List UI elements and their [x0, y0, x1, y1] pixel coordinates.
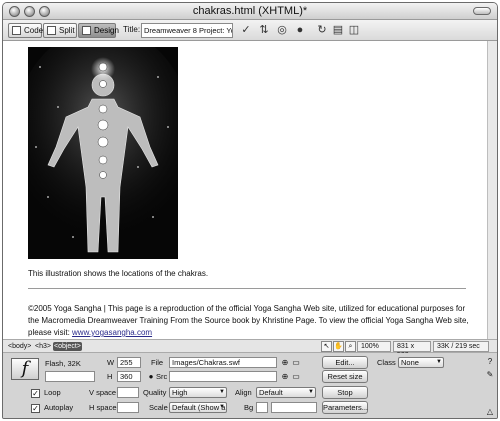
reset-size-button[interactable]: Reset size — [322, 370, 368, 383]
tag-selector-object[interactable]: <object> — [53, 342, 82, 351]
reset-size-label: Reset size — [327, 372, 363, 381]
file-field[interactable]: Images/Chakras.swf — [169, 357, 277, 368]
stop-button-label: Stop — [337, 388, 353, 397]
zoom-tool-icon[interactable]: ⌕ — [345, 341, 356, 352]
split-view-button[interactable]: Split — [43, 23, 77, 38]
bg-color-field[interactable] — [271, 402, 317, 413]
scale-value: Default (Show a — [172, 403, 226, 412]
scale-dropdown-icon: ▼ — [219, 404, 225, 410]
src-point-to-file-icon[interactable]: ⊕ — [280, 372, 290, 382]
edit-button-label: Edit... — [335, 358, 355, 367]
property-inspector: f Flash, 32K W 255 H 360 File Images/Cha… — [3, 353, 497, 418]
align-value: Default — [259, 388, 283, 397]
code-view-button[interactable]: Code — [8, 23, 44, 38]
loop-checkbox[interactable]: ✓ — [31, 389, 40, 398]
object-type-label: Flash, 32K — [45, 359, 81, 368]
align-label: Align — [235, 388, 252, 397]
bg-color-swatch[interactable] — [256, 402, 268, 413]
view-options-icon[interactable]: ▤ — [331, 24, 345, 37]
design-view[interactable]: This illustration shows the locations of… — [3, 41, 489, 339]
select-tool-icon[interactable]: ↖ — [321, 341, 332, 352]
scale-select[interactable]: Default (Show a ▼ — [169, 402, 227, 413]
edit-button[interactable]: Edit... — [322, 356, 368, 369]
tag-selector-body[interactable]: <body> — [7, 342, 32, 351]
download-size-display: 33K / 219 sec — [433, 341, 489, 352]
align-select[interactable]: Default ▼ — [256, 387, 316, 398]
quality-dropdown-icon: ▼ — [219, 389, 225, 395]
code-view-icon — [12, 26, 21, 35]
width-label: W — [107, 358, 115, 367]
quality-label: Quality — [143, 388, 167, 397]
tag-selector-h3[interactable]: <h3> — [34, 342, 52, 351]
title-bar: chakras.html (XHTML)* — [3, 3, 497, 20]
refresh-icon[interactable]: ↻ — [315, 24, 329, 37]
bg-label: Bg — [244, 403, 254, 412]
src-label: Src — [156, 372, 168, 381]
align-dropdown-icon: ▼ — [308, 389, 314, 395]
flash-icon: f — [11, 358, 39, 380]
vspace-field[interactable] — [117, 387, 139, 398]
height-label: H — [107, 372, 113, 381]
width-field[interactable]: 255 — [117, 357, 141, 368]
src-icon: ● — [148, 372, 154, 381]
browser-check-icon[interactable]: ✓ — [239, 24, 253, 37]
footer-paragraph: ©2005 Yoga Sangha | This page is a repro… — [28, 303, 476, 339]
vertical-scrollbar[interactable] — [487, 41, 497, 339]
collapse-inspector-icon[interactable]: △ — [485, 407, 495, 417]
vspace-label: V space — [89, 388, 117, 397]
hand-tool-icon[interactable]: ✋ — [333, 341, 344, 352]
help-icon[interactable]: ? — [485, 357, 495, 367]
document-window: chakras.html (XHTML)* Code Split Design … — [2, 2, 498, 419]
quality-select[interactable]: High ▼ — [169, 387, 227, 398]
title-label: Title: — [123, 25, 141, 34]
design-view-icon — [82, 26, 91, 35]
src-browse-folder-icon[interactable]: ▭ — [291, 372, 301, 382]
object-name-field[interactable] — [45, 371, 95, 382]
parameters-button-label: Parameters... — [323, 403, 369, 412]
design-view-button[interactable]: Design — [78, 23, 119, 38]
browse-folder-icon[interactable]: ▭ — [291, 358, 301, 368]
split-view-label: Split — [59, 26, 75, 35]
hspace-label: H space — [89, 403, 117, 412]
visual-aids-icon[interactable]: ◫ — [347, 24, 361, 37]
point-to-file-icon[interactable]: ⊕ — [280, 358, 290, 368]
scale-label: Scale — [149, 403, 168, 412]
window-size-display[interactable]: 831 x 522 — [393, 341, 431, 359]
status-bar: <body> <h3> <object> ↖ ✋ ⌕ 100% 831 x 52… — [3, 339, 497, 359]
loop-label: Loop — [44, 388, 61, 397]
src-field[interactable] — [169, 371, 277, 382]
debug-icon[interactable]: ● — [293, 24, 307, 37]
design-view-label: Design — [94, 26, 119, 35]
window-title: chakras.html (XHTML)* — [192, 5, 308, 17]
chakra-caption: This illustration shows the locations of… — [28, 269, 209, 278]
quality-value: High — [172, 388, 188, 397]
yogasangha-link[interactable]: www.yogasangha.com — [72, 328, 152, 337]
class-value: None — [401, 358, 419, 367]
class-label: Class — [377, 358, 396, 367]
split-view-icon — [47, 26, 56, 35]
page-title-input[interactable]: Dreamweaver 8 Project: Yoga S — [141, 23, 233, 38]
parameters-button[interactable]: Parameters... — [322, 401, 368, 414]
horizontal-rule — [28, 288, 466, 289]
stop-button[interactable]: Stop — [322, 386, 368, 399]
class-dropdown-icon: ▼ — [436, 359, 442, 365]
zoom-level-select[interactable]: 100% — [357, 341, 391, 352]
autoplay-label: Autoplay — [44, 403, 74, 412]
file-management-icon[interactable]: ⇅ — [257, 24, 271, 37]
preview-icon[interactable]: ◎ — [275, 24, 289, 37]
file-label: File — [151, 358, 164, 367]
class-select[interactable]: None ▼ — [398, 357, 444, 368]
chakra-figure-image[interactable] — [28, 47, 178, 259]
autoplay-checkbox[interactable]: ✓ — [31, 404, 40, 413]
height-field[interactable]: 360 — [117, 371, 141, 382]
hspace-field[interactable] — [117, 402, 139, 413]
document-toolbar: Code Split Design Title: Dreamweaver 8 P… — [3, 20, 497, 41]
toolbar-toggle-button[interactable] — [473, 7, 491, 15]
quick-tag-editor-icon[interactable]: ✎ — [485, 370, 495, 380]
code-view-label: Code — [24, 26, 44, 35]
